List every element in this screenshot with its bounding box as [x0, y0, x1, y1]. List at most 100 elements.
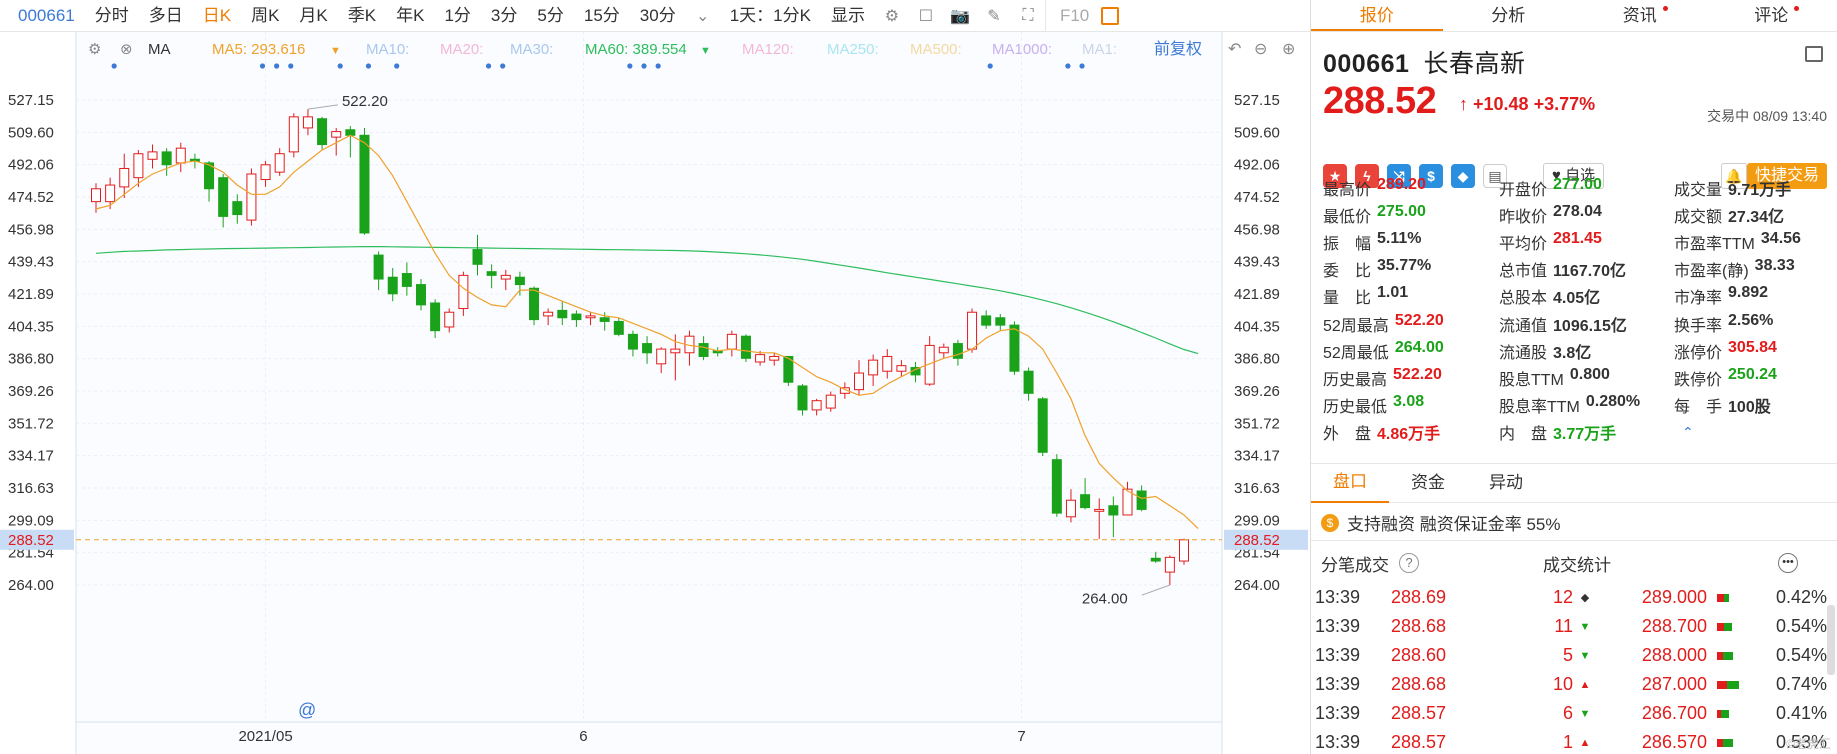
panel-toggle-icon[interactable] — [1101, 6, 1120, 25]
quote-value: 9.71万手 — [1728, 181, 1792, 199]
period-tab-3[interactable]: 周K — [241, 0, 289, 32]
help-icon[interactable]: ? — [1399, 553, 1419, 573]
gear-icon[interactable]: ⚙ — [88, 41, 101, 58]
y-tick-label-right: 492.06 — [1234, 157, 1280, 174]
indicator-ma20[interactable]: MA20: — [440, 41, 483, 58]
event-marker-icon[interactable] — [337, 63, 343, 69]
quote-tab-1[interactable]: 分析 — [1443, 0, 1575, 31]
period-tab-1[interactable]: 多日 — [139, 0, 193, 32]
candle-body — [529, 287, 540, 321]
display-menu[interactable]: 显示 — [821, 0, 875, 32]
sub-tab-2[interactable]: 异动 — [1467, 464, 1545, 502]
scrollbar[interactable] — [1827, 605, 1835, 675]
indicator-ma1000[interactable]: MA1000: — [992, 41, 1052, 58]
period-tab-4[interactable]: 月K — [289, 0, 337, 32]
f10-button[interactable]: F10 — [1044, 0, 1095, 32]
period-tab-5[interactable]: 季K — [338, 0, 386, 32]
y-tick-label-right: 369.26 — [1234, 383, 1280, 400]
pen-icon[interactable]: ✎ — [983, 5, 1005, 27]
event-marker-icon[interactable] — [259, 63, 266, 69]
square-icon[interactable]: ☐ — [915, 5, 937, 27]
indicator-ma500[interactable]: MA500: — [910, 41, 962, 58]
event-marker-icon[interactable] — [485, 63, 492, 69]
period-tab-11[interactable]: 30分 — [630, 0, 686, 32]
close-icon[interactable]: ⊗ — [120, 41, 133, 58]
candle-body — [825, 394, 836, 409]
y-tick-label-left: 386.80 — [8, 351, 54, 368]
y-tick-label-left: 439.43 — [8, 254, 54, 271]
quote-cell: 换手率 2.56% — [1674, 312, 1837, 336]
indicator-ma10[interactable]: MA10: — [366, 41, 409, 58]
price-change: ↑ +10.48 +3.77% — [1459, 94, 1595, 115]
y-tick-label-right: 264.00 — [1234, 577, 1280, 594]
event-marker-icon[interactable] — [627, 63, 633, 69]
event-marker-icon[interactable] — [365, 63, 372, 69]
quote-label: 振 幅 — [1323, 235, 1372, 253]
event-marker-icon[interactable] — [655, 63, 661, 69]
quote-label: 52周最低 — [1323, 344, 1389, 362]
quote-tab-2[interactable]: 资讯 — [1574, 0, 1706, 31]
candle-body — [1023, 370, 1034, 394]
more-icon[interactable]: ••• — [1778, 553, 1798, 573]
period-tab-0[interactable]: 分时 — [85, 0, 139, 32]
at-icon[interactable]: @ — [298, 700, 316, 720]
interval-select[interactable]: 1天：1分K — [720, 0, 821, 32]
event-marker-icon[interactable] — [987, 63, 993, 69]
period-tab-7[interactable]: 1分 — [434, 0, 480, 32]
dropdown-icon[interactable]: ▼ — [700, 45, 711, 57]
fullscreen-icon[interactable]: ⛶ — [1017, 5, 1039, 27]
quote-tab-3[interactable]: 评论 — [1706, 0, 1837, 31]
candle-body — [373, 254, 384, 280]
undo-icon[interactable]: ↶ — [1228, 41, 1241, 58]
period-tab-2[interactable]: 日K — [193, 0, 241, 32]
kline-chart-area[interactable]: 527.15 527.15 509.60 509.60 492.06 492.06 474.… — [0, 32, 1337, 754]
last-price: 288.52 — [1323, 80, 1437, 122]
event-marker-icon[interactable] — [274, 63, 280, 69]
event-marker-icon[interactable] — [1065, 63, 1071, 69]
candle-body — [811, 400, 822, 411]
event-marker-icon[interactable] — [288, 63, 294, 69]
adjust-mode-button[interactable]: 前复权 — [1154, 40, 1202, 58]
indicator-ma5[interactable]: MA5: 293.616 — [212, 41, 305, 58]
zoom-in-icon[interactable]: ⊕ — [1282, 41, 1295, 58]
plot-background — [76, 32, 1222, 754]
quote-tab-0[interactable]: 报价 — [1311, 0, 1443, 31]
quote-value: 1167.70亿 — [1553, 263, 1626, 281]
quote-value: 4.86万手 — [1377, 426, 1441, 444]
candle-body — [345, 129, 356, 136]
chevron-down-icon[interactable]: ⌄ — [692, 5, 714, 27]
period-tab-6[interactable]: 年K — [386, 0, 434, 32]
period-tab-8[interactable]: 3分 — [481, 0, 527, 32]
quote-value: 281.45 — [1553, 229, 1602, 247]
quote-tab-label: 资讯 — [1622, 6, 1657, 25]
sub-tab-0[interactable]: 盘口 — [1311, 463, 1389, 503]
indicator-ma1x[interactable]: MA1: — [1082, 41, 1117, 58]
kline-chart[interactable]: 527.15 527.15 509.60 509.60 492.06 492.06 474.… — [0, 32, 1337, 754]
event-marker-icon[interactable] — [641, 63, 647, 69]
menu-icon[interactable] — [1805, 46, 1823, 62]
event-marker-icon[interactable] — [111, 63, 117, 69]
dropdown-icon[interactable]: ▼ — [330, 45, 341, 57]
period-tab-9[interactable]: 5分 — [527, 0, 573, 32]
indicator-ma60[interactable]: MA60: 389.554 — [585, 41, 687, 58]
sub-tab-1[interactable]: 资金 — [1389, 464, 1467, 502]
candle-body — [981, 315, 992, 326]
candle-body — [1065, 499, 1076, 518]
indicator-ma_label[interactable]: MA — [148, 41, 171, 58]
indicator-ma30[interactable]: MA30: — [510, 41, 553, 58]
collapse-icon[interactable]: ⌃ — [1682, 424, 1694, 441]
y-tick-label-left: 264.00 — [8, 577, 54, 594]
indicator-ma120[interactable]: MA120: — [742, 41, 794, 58]
zoom-out-icon[interactable]: ⊖ — [1254, 41, 1267, 58]
quote-cell: 52周最高 522.20 — [1323, 312, 1499, 336]
y-tick-label-left: 527.15 — [8, 92, 54, 109]
indicator-ma250[interactable]: MA250: — [827, 41, 879, 58]
event-marker-icon[interactable] — [394, 63, 400, 69]
gear-icon[interactable]: ⚙ — [881, 5, 903, 27]
event-marker-icon[interactable] — [1079, 63, 1085, 69]
camera-icon[interactable]: 📷 — [949, 5, 971, 27]
quote-label: 流通股 — [1499, 344, 1548, 362]
period-tab-10[interactable]: 15分 — [574, 0, 630, 32]
stock-code-tab[interactable]: 000661 — [0, 6, 85, 26]
event-marker-icon[interactable] — [500, 63, 506, 69]
